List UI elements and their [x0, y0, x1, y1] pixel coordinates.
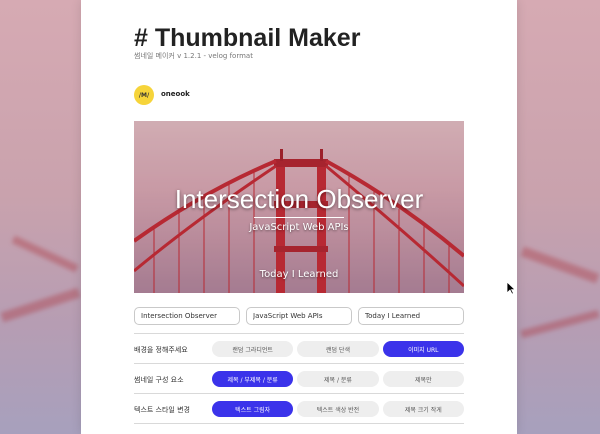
option-small-title[interactable]: 제목 크기 작게 — [382, 401, 464, 417]
avatar[interactable]: /M/ — [134, 85, 154, 105]
preview-footer: Today I Learned — [259, 269, 339, 280]
mouse-cursor-icon — [506, 281, 516, 295]
category-input[interactable] — [358, 307, 464, 325]
option-random-gradient[interactable]: 랜덤 그라디언트 — [212, 341, 294, 357]
option-title-only[interactable]: 제목만 — [382, 371, 464, 387]
option-invert-text-color[interactable]: 텍스트 색상 반전 — [297, 401, 379, 417]
divider — [134, 333, 464, 334]
text-style-setting-options: 텍스트 그림자 텍스트 색상 반전 제목 크기 작게 — [212, 401, 464, 417]
thumbnail-maker-card: # Thumbnail Maker 썸네일 메이커 v 1.2.1 - velo… — [81, 0, 517, 434]
composition-setting-label: 썸네일 구성 요소 — [134, 376, 184, 384]
option-image-url[interactable]: 이미지 URL — [382, 341, 464, 357]
app-title: # Thumbnail Maker — [134, 24, 361, 52]
option-title-subtitle-category[interactable]: 제목 / 부제목 / 분류 — [212, 371, 294, 387]
option-random-solid[interactable]: 랜덤 단색 — [297, 341, 379, 357]
preview-divider — [254, 217, 344, 218]
preview-title: Intersection Observer — [174, 184, 424, 214]
background-bridge-right-cable — [520, 309, 600, 339]
background-setting-label: 배경을 정해주세요 — [134, 346, 188, 354]
text-style-setting-label: 텍스트 스타일 변경 — [134, 406, 190, 414]
divider — [134, 393, 464, 394]
background-bridge-left — [0, 287, 81, 323]
background-bridge-left-cable — [11, 235, 79, 273]
text-inputs — [134, 307, 464, 325]
subtitle-input[interactable] — [246, 307, 352, 325]
background-setting-options: 랜덤 그라디언트 랜덤 단색 이미지 URL — [212, 341, 464, 357]
preview-subtitle: JavaScript Web APIs — [249, 222, 349, 233]
option-text-shadow[interactable]: 텍스트 그림자 — [212, 401, 294, 417]
thumbnail-preview: Intersection Observer JavaScript Web API… — [134, 121, 464, 293]
composition-setting-options: 제목 / 부제목 / 분류 제목 / 분류 제목만 — [212, 371, 464, 387]
option-title-category[interactable]: 제목 / 분류 — [297, 371, 379, 387]
app-subtitle: 썸네일 메이커 v 1.2.1 - velog format — [134, 52, 253, 60]
title-input[interactable] — [134, 307, 240, 325]
divider — [134, 423, 464, 424]
username[interactable]: oneook — [161, 90, 190, 98]
divider — [134, 363, 464, 364]
background-bridge-right — [520, 246, 600, 284]
